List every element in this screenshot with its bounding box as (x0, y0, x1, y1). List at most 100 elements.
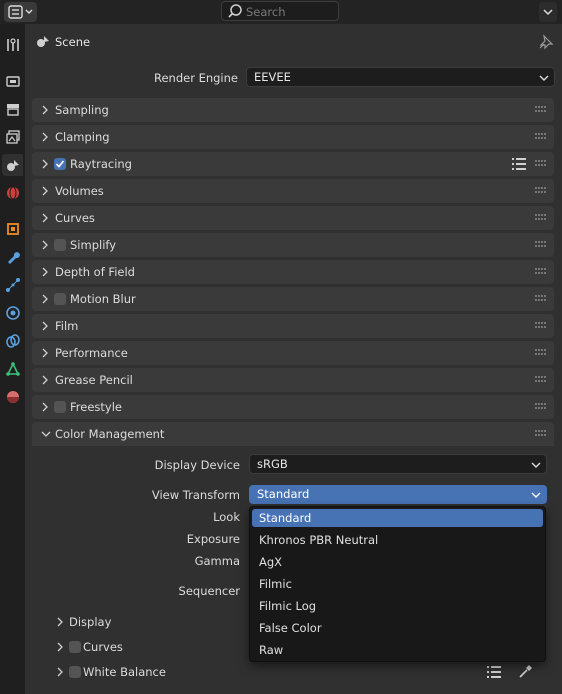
menu-item-filmic[interactable]: Filmic (252, 575, 543, 593)
tab-physics[interactable] (2, 302, 23, 324)
scene-icon (7, 160, 19, 171)
panel-sampling[interactable]: Sampling (32, 98, 554, 122)
drag-handle-icon[interactable] (535, 376, 547, 384)
menu-item-raw[interactable]: Raw (252, 641, 543, 659)
tab-data[interactable] (2, 358, 23, 380)
menu-item-standard[interactable]: Standard (252, 509, 543, 527)
drag-handle-icon[interactable] (535, 241, 547, 249)
raytracing-checkbox[interactable] (54, 158, 66, 170)
menu-item-filmic-log[interactable]: Filmic Log (252, 597, 543, 615)
search-input[interactable]: Search (221, 1, 339, 21)
search-placeholder: Search (246, 5, 286, 19)
physics-icon (6, 306, 20, 320)
drag-handle-icon[interactable] (535, 133, 547, 141)
panel-title: Depth of Field (55, 265, 135, 279)
tab-object[interactable] (2, 218, 23, 240)
gamma-label: Gamma (194, 554, 240, 568)
drag-handle-icon[interactable] (535, 430, 547, 438)
menu-item-khronos-pbr-neutral[interactable]: Khronos PBR Neutral (252, 531, 543, 549)
drag-handle-icon[interactable] (535, 295, 547, 303)
panel-curves[interactable]: Curves (32, 206, 554, 230)
white-balance-checkbox[interactable] (69, 666, 81, 678)
subpanel-title: Display (69, 615, 112, 629)
tab-modifier[interactable] (2, 246, 23, 268)
drag-handle-icon[interactable] (535, 349, 547, 357)
properties-header: Search (0, 0, 562, 24)
tab-tool[interactable] (2, 34, 23, 56)
drag-handle-icon[interactable] (535, 160, 547, 168)
output-icon (7, 104, 19, 116)
tab-view-layer[interactable] (2, 126, 23, 148)
subpanel-title: White Balance (83, 665, 166, 679)
exposure-label: Exposure (186, 532, 240, 546)
panel-freestyle[interactable]: Freestyle (32, 395, 554, 419)
material-icon (7, 391, 19, 403)
sequencer-label: Sequencer (178, 584, 240, 598)
simplify-checkbox[interactable] (54, 239, 66, 251)
editor-type-button[interactable] (4, 2, 37, 22)
panel-title: Raytracing (70, 157, 132, 171)
panel-clamping[interactable]: Clamping (32, 125, 554, 149)
panel-title: Clamping (55, 130, 110, 144)
properties-editor-icon (8, 5, 33, 19)
chevron-right-icon (57, 617, 63, 627)
panel-title: Grease Pencil (55, 373, 133, 387)
drag-handle-icon[interactable] (535, 187, 547, 195)
drag-handle-icon[interactable] (535, 322, 547, 330)
scene-icon (37, 36, 49, 47)
chevron-right-icon (57, 642, 63, 652)
world-icon (7, 186, 19, 200)
eyedropper-icon[interactable] (518, 665, 532, 679)
freestyle-checkbox[interactable] (54, 401, 66, 413)
panel-volumes[interactable]: Volumes (32, 179, 554, 203)
checkmark-icon (55, 160, 65, 168)
tab-constraints[interactable] (2, 330, 23, 352)
panel-title: Curves (55, 211, 95, 225)
view-transform-value: Standard (257, 487, 310, 501)
chevron-right-icon (42, 186, 48, 196)
panel-title: Film (55, 319, 79, 333)
drag-handle-icon[interactable] (535, 106, 547, 114)
tab-material[interactable] (2, 386, 23, 408)
panel-film[interactable]: Film (32, 314, 554, 338)
render-engine-value: EEVEE (254, 70, 291, 84)
view-transform-select[interactable]: Standard (249, 485, 547, 504)
pin-icon[interactable] (538, 34, 554, 50)
presets-list-icon[interactable] (487, 665, 501, 679)
panel-depth-of-field[interactable]: Depth of Field (32, 260, 554, 284)
panel-color-management[interactable]: Color Management (32, 422, 554, 446)
display-device-value: sRGB (257, 457, 288, 471)
particles-icon (6, 278, 20, 292)
drag-handle-icon[interactable] (535, 214, 547, 222)
panel-title: Motion Blur (70, 292, 136, 306)
curves-checkbox[interactable] (69, 641, 81, 653)
drag-handle-icon[interactable] (535, 268, 547, 276)
view-transform-menu: Standard Khronos PBR Neutral AgX Filmic … (249, 506, 546, 662)
chevron-right-icon (42, 240, 48, 250)
tab-particles[interactable] (2, 274, 23, 296)
search-icon (228, 4, 242, 18)
tab-output[interactable] (2, 98, 23, 120)
tab-render[interactable] (2, 70, 23, 92)
panel-simplify[interactable]: Simplify (32, 233, 554, 257)
tab-world[interactable] (2, 182, 23, 204)
panel-raytracing[interactable]: Raytracing (32, 152, 554, 176)
drag-handle-icon[interactable] (535, 403, 547, 411)
panel-grease-pencil[interactable]: Grease Pencil (32, 368, 554, 392)
render-engine-select[interactable]: EEVEE (246, 67, 555, 87)
render-engine-label: Render Engine (153, 71, 238, 85)
display-device-select[interactable]: sRGB (249, 454, 547, 474)
panel-performance[interactable]: Performance (32, 341, 554, 365)
motion-blur-checkbox[interactable] (54, 293, 66, 305)
chevron-right-icon (42, 375, 48, 385)
options-dropdown-button[interactable] (539, 2, 557, 22)
panel-title: Sampling (55, 103, 109, 117)
panel-motion-blur[interactable]: Motion Blur (32, 287, 554, 311)
data-icon (6, 362, 20, 376)
menu-item-agx[interactable]: AgX (252, 553, 543, 571)
tab-scene[interactable] (2, 154, 23, 176)
menu-item-false-color[interactable]: False Color (252, 619, 543, 637)
chevron-right-icon (42, 213, 48, 223)
subpanel-white-balance[interactable]: White Balance (51, 661, 551, 683)
presets-list-icon[interactable] (512, 157, 526, 171)
